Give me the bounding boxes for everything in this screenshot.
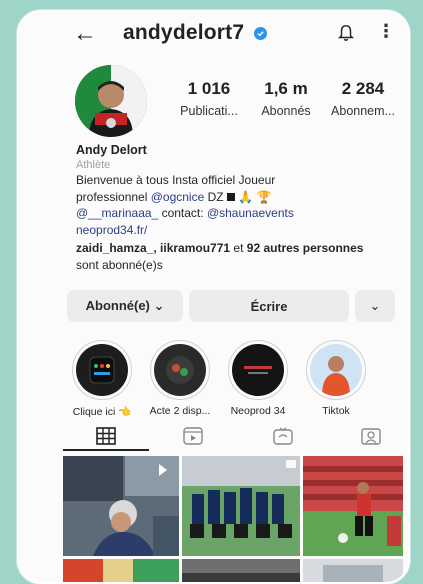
posts-label: Publicati... [180, 104, 238, 118]
bell-icon[interactable] [337, 24, 355, 42]
post-thumbnail[interactable] [63, 456, 179, 556]
bio-website-link[interactable]: neoprod34.fr/ [76, 223, 147, 237]
post-thumbnail[interactable] [63, 559, 179, 582]
igtv-icon[interactable] [273, 427, 293, 445]
flag-icon [226, 193, 235, 202]
tagged-icon[interactable] [361, 427, 381, 445]
active-tab-indicator [63, 449, 149, 451]
highlight-caption: Neoprod 34 [230, 405, 286, 417]
highlight-caption: Tiktok [322, 405, 350, 417]
suggested-accounts-button[interactable]: ⌄ [355, 290, 395, 322]
posts-grid [63, 456, 403, 582]
reels-icon[interactable] [183, 427, 203, 445]
bio-mention-link[interactable]: @ogcnice [151, 190, 205, 204]
more-vertical-icon[interactable]: ⋮ [377, 21, 395, 41]
followed-by-tail: sont abonné(e)s [76, 257, 163, 272]
highlight-caption: Acte 2 disp... [149, 405, 211, 417]
bio-text: DZ [204, 189, 224, 204]
followers-count: 1,6 m [264, 79, 308, 98]
highlight-ring [228, 340, 288, 400]
profile-category: Athlète [76, 159, 111, 171]
highlight-item[interactable]: Clique ici 👈 [67, 340, 137, 418]
bio-text: contact: [158, 206, 207, 220]
top-bar: ← andydelort7 ⋮ [19, 12, 408, 52]
hands-icon: 🙏 [238, 189, 254, 204]
message-button[interactable]: Écrire [189, 290, 349, 322]
highlight-cover [154, 344, 206, 396]
bio-mention-link[interactable]: @shaunaevents [207, 206, 294, 220]
post-thumbnail[interactable] [303, 559, 403, 582]
following-button[interactable]: Abonné(e) ⌄ [67, 290, 183, 322]
followed-by-connector: et [230, 241, 247, 255]
bio-mention-link[interactable]: @__marinaaa_ [76, 206, 158, 220]
highlight-ring [306, 340, 366, 400]
highlight-ring [150, 340, 210, 400]
post-thumbnail[interactable] [182, 559, 300, 582]
arrow-left-icon[interactable]: ← [73, 22, 97, 46]
trophy-icon: 🏆 [256, 189, 272, 204]
profile-bio: Bienvenue à tous Insta officiel Joueur p… [76, 172, 396, 238]
followed-by-count: 92 autres personnes [246, 241, 364, 255]
highlight-cover [310, 344, 362, 396]
bio-text: professionnel [76, 189, 151, 204]
profile-username: andydelort7 [123, 21, 245, 44]
posts-count: 1 016 [187, 79, 231, 98]
bio-text: Bienvenue à tous Insta officiel Joueur [76, 173, 276, 187]
posts-stat[interactable]: 1 016 Publicati... [174, 79, 244, 118]
highlight-item[interactable]: Acte 2 disp... [145, 340, 215, 417]
profile-tabs [19, 420, 408, 452]
profile-name: Andy Delort [76, 143, 147, 157]
following-count: 2 284 [341, 79, 385, 98]
followed-by-names: zaidi_hamza_, iikramou771 [76, 241, 231, 255]
verified-badge-icon [254, 27, 267, 40]
highlight-item[interactable]: Tiktok [301, 340, 371, 417]
highlight-ring [72, 340, 132, 400]
highlight-cover [76, 344, 128, 396]
followers-stat[interactable]: 1,6 m Abonnés [251, 79, 321, 118]
profile-avatar[interactable] [75, 65, 147, 137]
highlight-cover [232, 344, 284, 396]
highlight-item[interactable]: Neoprod 34 [223, 340, 293, 417]
highlight-caption: Clique ici 👈 [72, 406, 132, 418]
followers-label: Abonnés [261, 104, 311, 118]
following-stat[interactable]: 2 284 Abonnem... [325, 79, 401, 118]
phone-screen: ← andydelort7 ⋮ 1 016 Publicati... 1,6 m… [17, 10, 410, 584]
post-thumbnail[interactable] [303, 456, 403, 556]
post-thumbnail[interactable] [182, 456, 300, 556]
following-label: Abonnem... [331, 104, 395, 118]
grid-icon[interactable] [96, 427, 116, 445]
followed-by-text[interactable]: zaidi_hamza_, iikramou771 et 92 autres p… [76, 240, 376, 273]
